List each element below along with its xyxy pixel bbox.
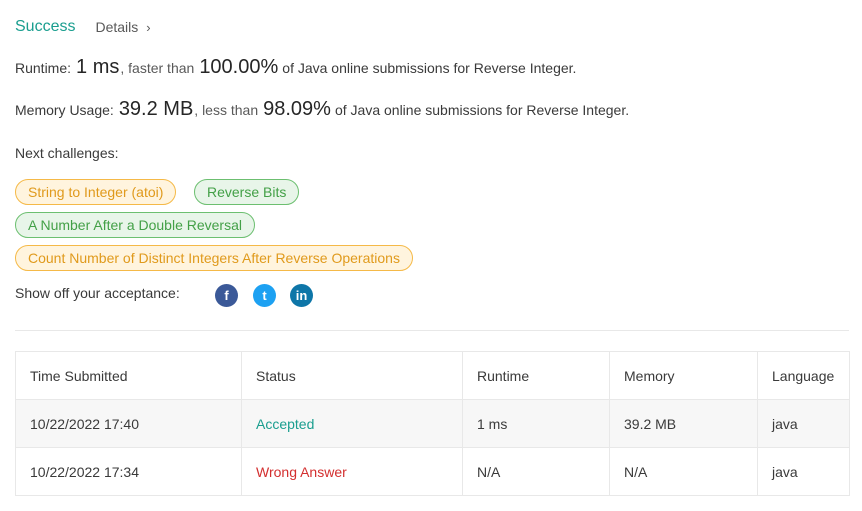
memory-comparison: , less than [194,102,259,118]
challenge-pill-reverse-bits[interactable]: Reverse Bits [194,179,300,205]
runtime-suffix: of Java online submissions for Reverse I… [282,60,577,76]
cell-runtime: N/A [462,447,610,496]
status-link-wrong-answer[interactable]: Wrong Answer [256,464,347,480]
runtime-label: Runtime: [15,60,72,76]
result-status-title: Success [15,18,76,35]
cell-time: 10/22/2022 17:40 [15,399,242,448]
cell-status: Wrong Answer [241,447,463,496]
runtime-comparison: , faster than [120,60,195,76]
linkedin-icon[interactable]: in [290,284,313,307]
submission-result-panel: Success Details › Runtime: 1 ms , faster… [0,0,862,511]
column-header-memory: Memory [609,351,758,400]
share-label: Show off your acceptance: [15,285,180,301]
challenge-pill-string-to-integer[interactable]: String to Integer (atoi) [15,179,177,205]
details-label: Details [95,19,139,35]
section-divider [15,330,849,331]
memory-percent: 98.09% [263,98,331,120]
twitter-icon[interactable]: t [253,284,276,307]
memory-suffix: of Java online submissions for Reverse I… [334,102,630,118]
column-header-language: Language [757,351,850,400]
runtime-value: 1 ms [76,56,120,78]
facebook-icon[interactable]: f [215,284,238,307]
memory-stat: Memory Usage: 39.2 MB , less than 98.09%… [15,98,629,121]
cell-language: java [757,447,850,496]
cell-memory: 39.2 MB [609,399,758,448]
details-link[interactable]: Details › [95,19,150,35]
challenge-pill-number-after-double-reversal[interactable]: A Number After a Double Reversal [15,212,255,238]
table-header-row: Time Submitted Status Runtime Memory Lan… [15,351,850,400]
runtime-percent: 100.00% [199,56,279,78]
cell-language: java [757,399,850,448]
table-row: 10/22/2022 17:34 Wrong Answer N/A N/A ja… [15,447,850,496]
memory-value: 39.2 MB [118,98,194,120]
cell-memory: N/A [609,447,758,496]
column-header-status: Status [241,351,463,400]
challenge-pill-count-distinct-integers[interactable]: Count Number of Distinct Integers After … [15,245,413,271]
table-row: 10/22/2022 17:40 Accepted 1 ms 39.2 MB j… [15,399,850,448]
cell-status: Accepted [241,399,463,448]
memory-label: Memory Usage: [15,102,114,118]
runtime-stat: Runtime: 1 ms , faster than 100.00% of J… [15,56,576,79]
cell-time: 10/22/2022 17:34 [15,447,242,496]
status-link-accepted[interactable]: Accepted [256,416,314,432]
result-header: Success Details › [15,16,151,38]
cell-runtime: 1 ms [462,399,610,448]
column-header-time: Time Submitted [15,351,242,400]
submissions-table: Time Submitted Status Runtime Memory Lan… [15,351,850,496]
next-challenges-label: Next challenges: [15,145,119,161]
share-section: Show off your acceptance: f t in [15,284,313,307]
column-header-runtime: Runtime [462,351,610,400]
chevron-right-icon: › [146,19,151,35]
